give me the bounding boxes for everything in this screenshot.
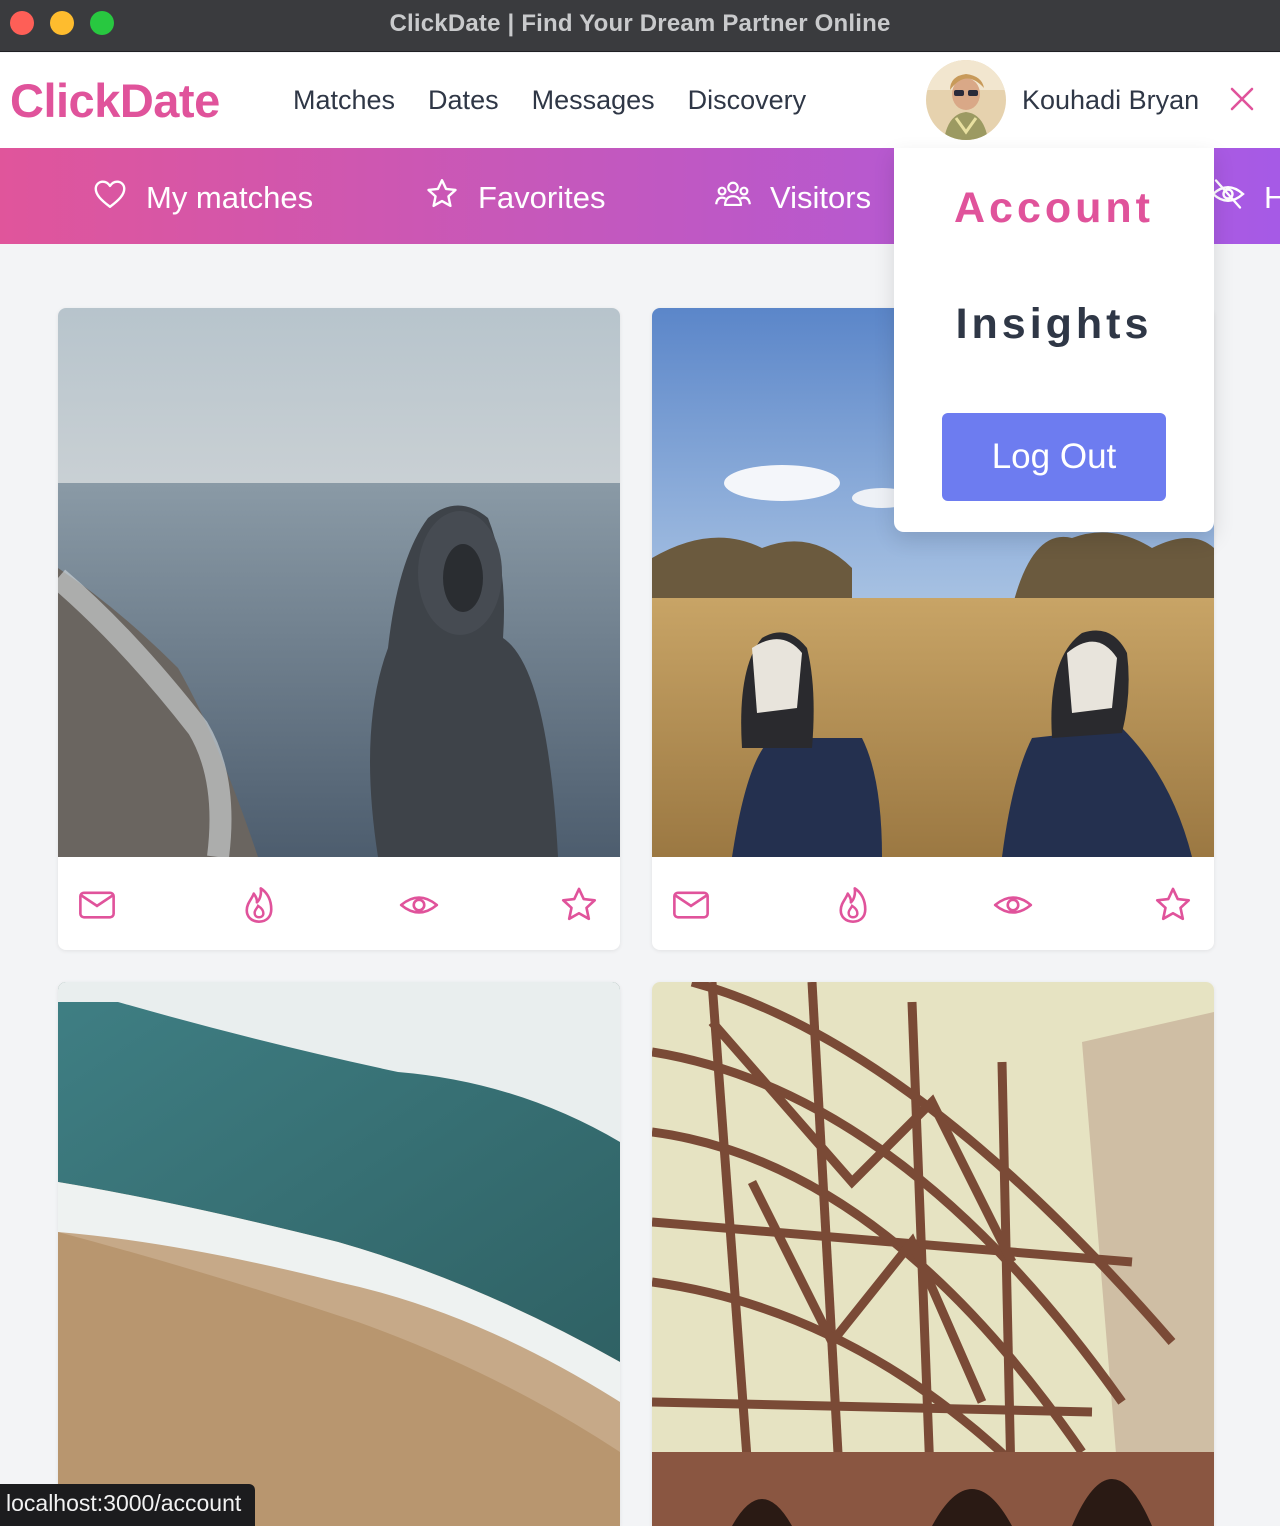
tab-label: Visitors [770, 180, 872, 215]
site-header: ClickDate Matches Dates Messages Discove… [0, 53, 1280, 148]
match-photo[interactable] [58, 982, 620, 1526]
user-name[interactable]: Kouhadi Bryan [1022, 85, 1199, 116]
dropdown-insights[interactable]: Insights [894, 300, 1214, 349]
star-icon [424, 176, 460, 220]
heart-icon [92, 176, 128, 220]
nav-dates[interactable]: Dates [428, 85, 499, 116]
tab-label: My matches [146, 180, 314, 215]
match-card[interactable] [652, 982, 1214, 1526]
fire-icon[interactable] [238, 884, 280, 926]
avatar[interactable] [926, 60, 1006, 140]
status-url: localhost:3000/account [0, 1484, 256, 1526]
logout-button[interactable]: Log Out [942, 413, 1166, 501]
star-icon[interactable] [558, 884, 600, 926]
eye-icon[interactable] [398, 884, 440, 926]
mail-icon[interactable] [670, 884, 712, 926]
star-icon[interactable] [1152, 884, 1194, 926]
card-actions [58, 857, 620, 950]
window-title: ClickDate | Find Your Dream Partner Onli… [389, 10, 891, 37]
window-titlebar: ClickDate | Find Your Dream Partner Onli… [0, 0, 1280, 52]
nav-messages[interactable]: Messages [532, 85, 655, 116]
nav-matches[interactable]: Matches [293, 85, 395, 116]
users-icon [714, 176, 752, 220]
site-logo[interactable]: ClickDate [10, 73, 220, 128]
nav-discovery[interactable]: Discovery [688, 85, 807, 116]
card-actions [652, 857, 1214, 950]
match-photo[interactable] [58, 308, 620, 857]
main-nav: Matches Dates Messages Discovery [293, 85, 806, 116]
eye-slash-icon [1210, 176, 1246, 220]
dropdown-account[interactable]: Account [894, 184, 1214, 233]
eye-icon[interactable] [992, 884, 1034, 926]
tab-hidden[interactable]: H [1210, 176, 1280, 220]
tab-favorites[interactable]: Favorites [424, 176, 605, 220]
tab-visitors[interactable]: Visitors [714, 176, 871, 220]
match-card[interactable] [58, 982, 620, 1526]
tab-label: H [1264, 180, 1280, 215]
match-card[interactable] [58, 308, 620, 950]
tab-my-matches[interactable]: My matches [92, 176, 313, 220]
match-photo[interactable] [652, 982, 1214, 1526]
mail-icon[interactable] [76, 884, 118, 926]
account-dropdown: Account Insights Log Out [894, 148, 1214, 532]
fire-icon[interactable] [832, 884, 874, 926]
tab-label: Favorites [478, 180, 606, 215]
close-icon[interactable] [1226, 83, 1258, 115]
